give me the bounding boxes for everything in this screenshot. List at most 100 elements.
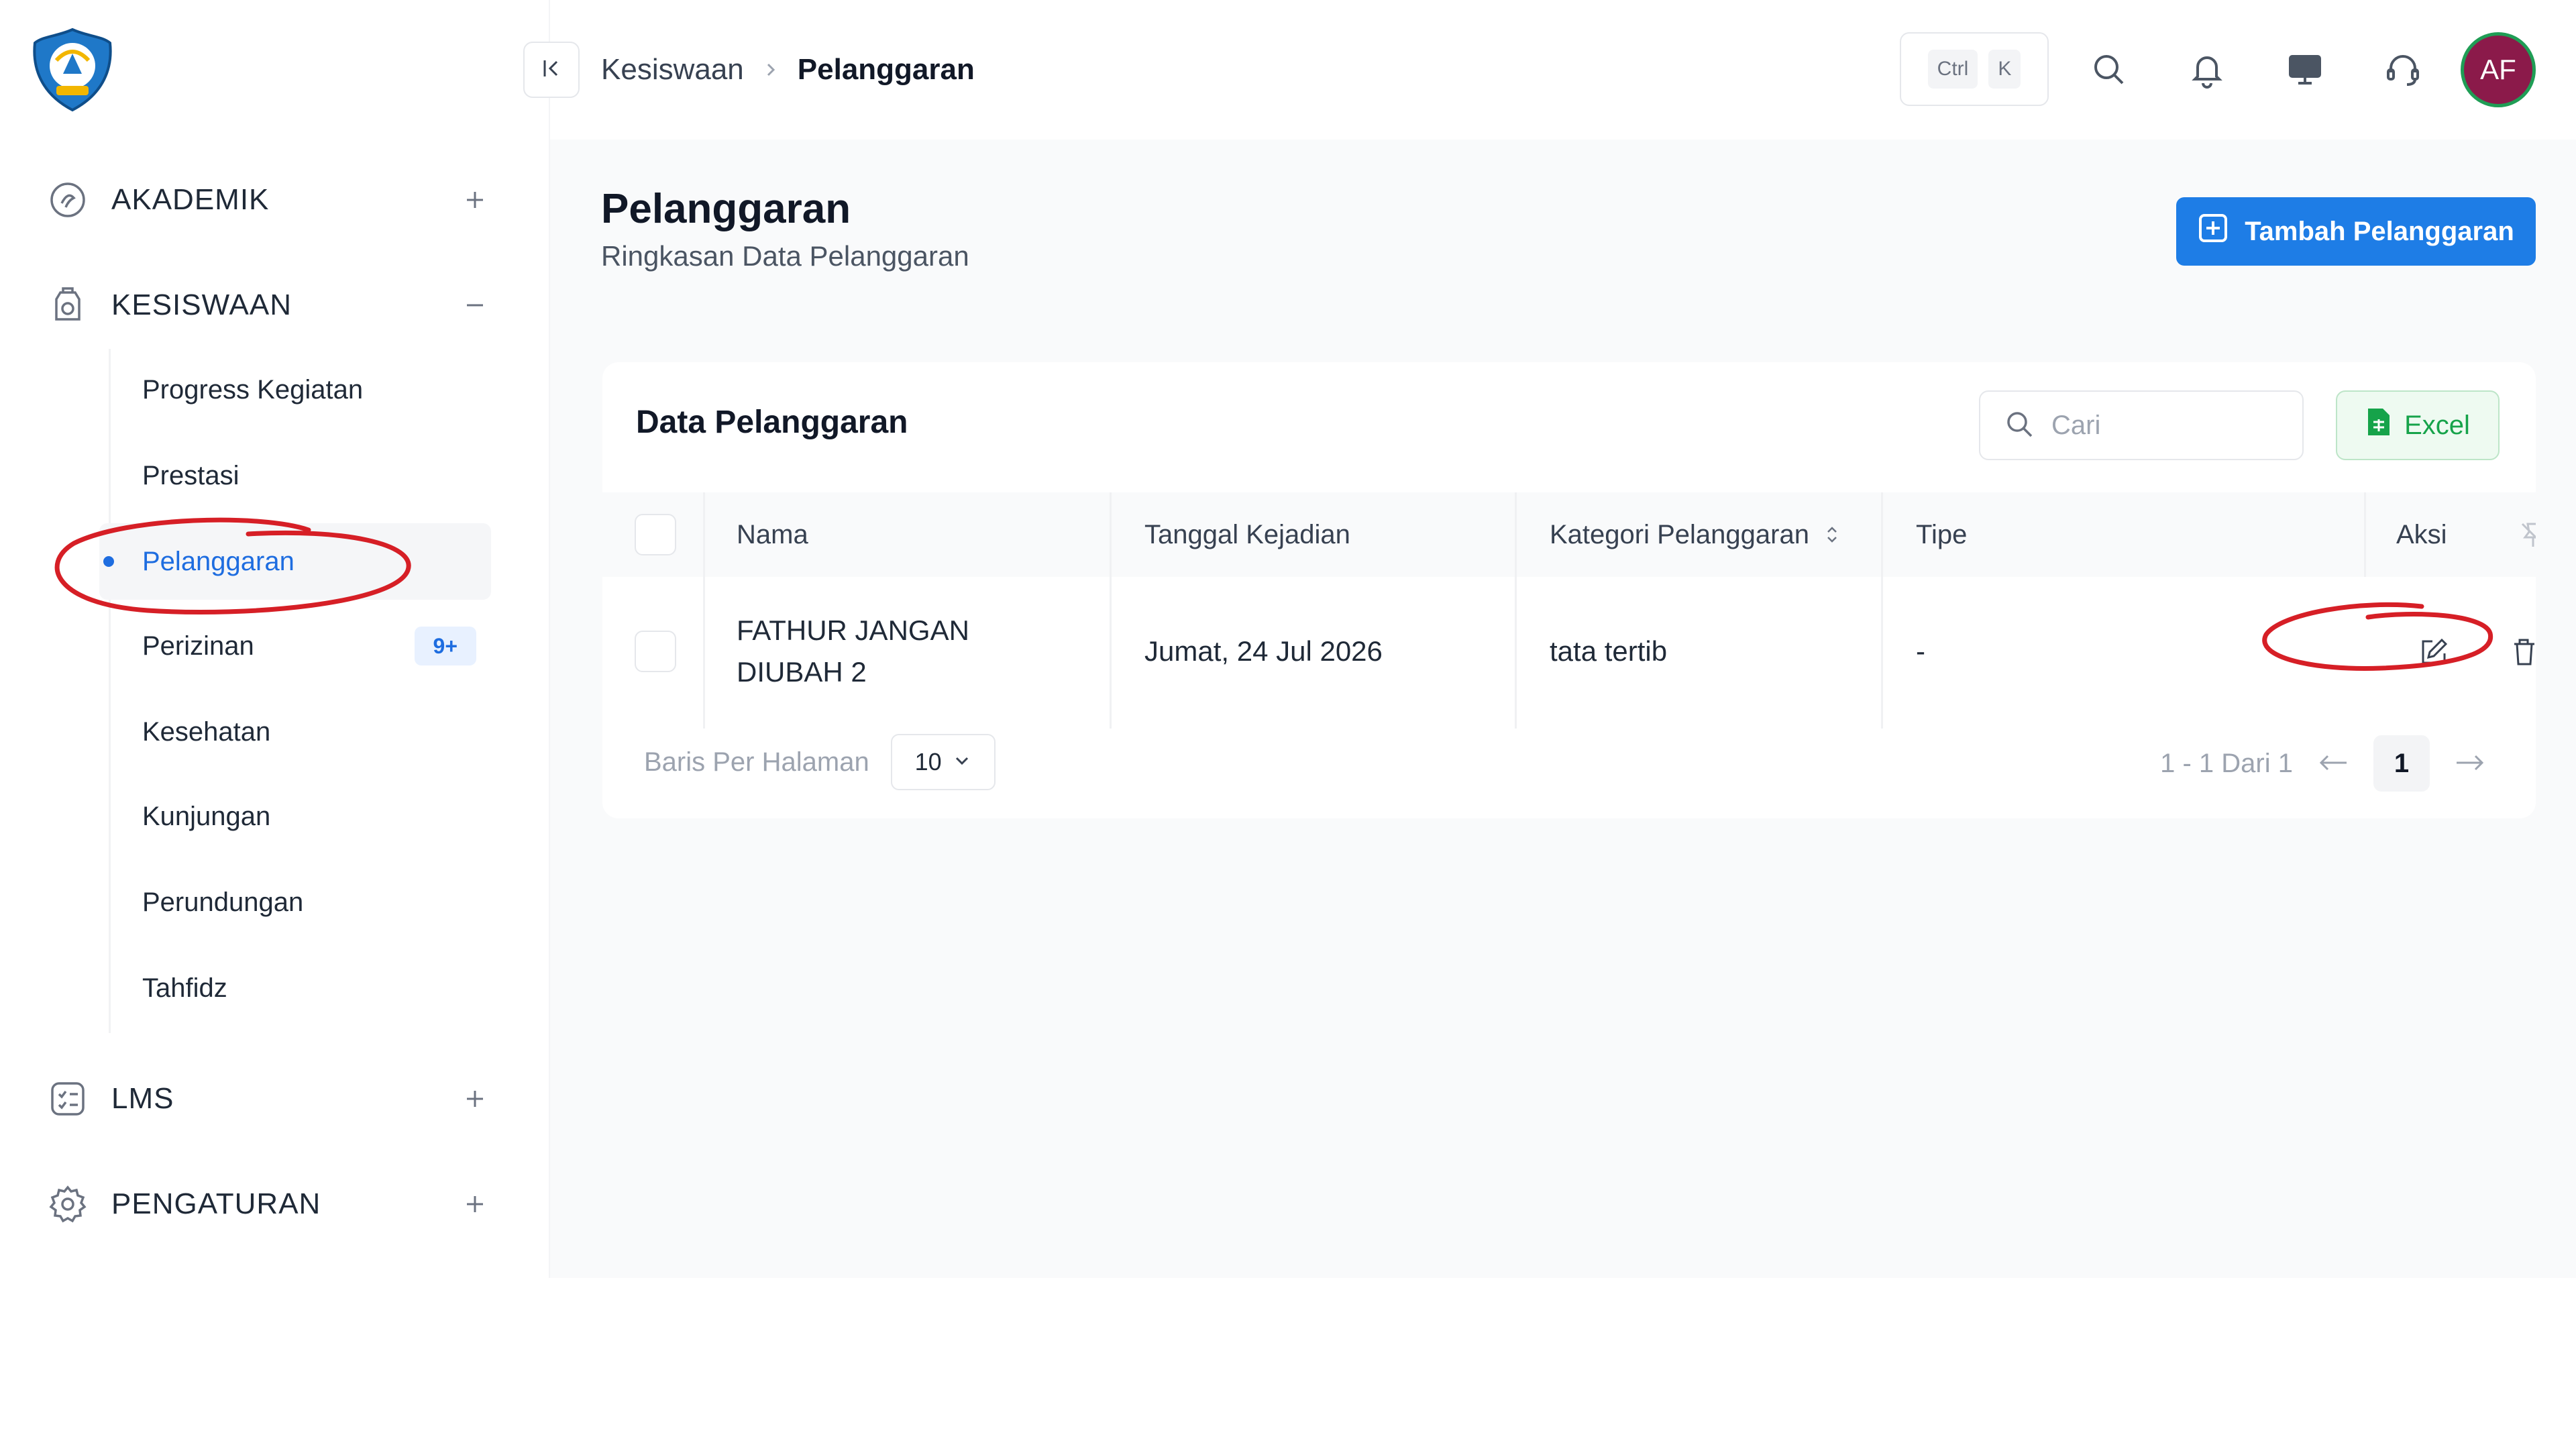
- sidebar-item-pelanggaran[interactable]: Pelanggaran: [99, 523, 491, 600]
- cell-tanggal: Jumat, 24 Jul 2026: [1144, 635, 1383, 667]
- sidebar-item-label: Pelanggaran: [142, 546, 294, 576]
- sidebar-item-perundungan[interactable]: Perundungan: [109, 864, 491, 941]
- sidebar-item-label: Perizinan: [142, 631, 254, 661]
- sidebar-group-lms[interactable]: LMS: [47, 1075, 490, 1122]
- sidebar: AKADEMIK KESISWAAN Progress Kegiatan Pre…: [0, 0, 550, 1278]
- data-card: Data Pelanggaran Excel Nama Tanggal Keja…: [602, 362, 2536, 818]
- cell-kategori: tata tertib: [1550, 635, 1668, 667]
- rows-per-page-control: Baris Per Halaman 10: [644, 734, 996, 790]
- kbd-ctrl: Ctrl: [1927, 50, 1978, 89]
- column-header-label: Kategori Pelanggaran: [1550, 519, 1809, 549]
- sidebar-item-label: Prestasi: [142, 460, 239, 490]
- kbd-k: K: [1988, 50, 2021, 89]
- chevron-down-icon: [953, 748, 971, 776]
- trash-icon[interactable]: [2512, 635, 2536, 669]
- top-bar: Kesiswaan Pelanggaran Ctrl K AF: [523, 0, 2576, 140]
- student-affairs-icon: [47, 284, 89, 326]
- select-all-checkbox[interactable]: [635, 514, 676, 555]
- select-all-checkbox-cell: [635, 492, 676, 577]
- unpin-icon[interactable]: [2518, 492, 2536, 577]
- breadcrumb-item-kesiswaan[interactable]: Kesiswaan: [601, 53, 744, 87]
- active-indicator-dot: [103, 556, 114, 567]
- column-divider: [1515, 492, 1517, 577]
- sort-icon[interactable]: [1824, 524, 1840, 545]
- breadcrumb-item-current: Pelanggaran: [797, 53, 975, 86]
- sidebar-group-label: KESISWAAN: [111, 288, 292, 321]
- edit-icon[interactable]: [2418, 635, 2450, 669]
- rows-per-page-select[interactable]: 10: [890, 734, 996, 790]
- column-header-kategori[interactable]: Kategori Pelanggaran: [1550, 492, 1840, 577]
- page-number-button[interactable]: 1: [2373, 735, 2430, 792]
- sidebar-item-label: Kunjungan: [142, 801, 271, 831]
- sidebar-group-label: AKADEMIK: [111, 183, 270, 216]
- gear-icon: [47, 1183, 89, 1225]
- page-title: Pelanggaran: [601, 186, 851, 232]
- pagination: 1 - 1 Dari 1 1: [2160, 735, 2486, 792]
- plus-square-icon: [2198, 213, 2229, 250]
- column-divider: [1881, 577, 1883, 729]
- export-excel-button[interactable]: Excel: [2336, 390, 2500, 460]
- spreadsheet-icon: [2365, 407, 2391, 443]
- bell-icon[interactable]: [2182, 44, 2233, 95]
- column-header-nama[interactable]: Nama: [737, 492, 808, 577]
- pagination-range: 1 - 1 Dari 1: [2160, 748, 2293, 778]
- column-header-tipe[interactable]: Tipe: [1916, 492, 1967, 577]
- academic-icon: [47, 179, 89, 221]
- arrow-right-icon[interactable]: [2454, 749, 2486, 779]
- add-button-label: Tambah Pelanggaran: [2245, 216, 2514, 246]
- arrow-left-icon[interactable]: [2317, 749, 2349, 779]
- cell-tipe: -: [1916, 635, 1925, 667]
- sidebar-item-tahfidz[interactable]: Tahfidz: [109, 950, 491, 1026]
- sidebar-item-progress-kegiatan[interactable]: Progress Kegiatan: [109, 352, 491, 428]
- minus-icon[interactable]: [460, 290, 490, 320]
- collapse-sidebar-button[interactable]: [523, 42, 580, 98]
- cell-nama-line1: FATHUR JANGAN: [737, 614, 969, 646]
- sidebar-group-akademik[interactable]: AKADEMIK: [47, 176, 490, 223]
- search-field[interactable]: [1979, 390, 2304, 460]
- plus-icon[interactable]: [460, 1189, 490, 1219]
- table-header: Nama Tanggal Kejadian Kategori Pelanggar…: [602, 492, 2536, 577]
- plus-icon[interactable]: [460, 185, 490, 215]
- column-header-aksi: Aksi: [2396, 519, 2447, 549]
- sidebar-item-prestasi[interactable]: Prestasi: [109, 437, 491, 514]
- command-palette-shortcut[interactable]: Ctrl K: [1900, 32, 2049, 106]
- collapse-icon: [539, 56, 564, 84]
- breadcrumb: Kesiswaan Pelanggaran: [601, 48, 975, 91]
- search-icon[interactable]: [2084, 44, 2135, 95]
- column-header-tanggal[interactable]: Tanggal Kejadian: [1144, 492, 1350, 577]
- notification-badge: 9+: [414, 627, 476, 665]
- monitor-icon[interactable]: [2279, 44, 2330, 95]
- column-divider: [703, 492, 705, 577]
- lms-icon: [47, 1078, 89, 1120]
- excel-button-label: Excel: [2404, 410, 2470, 440]
- card-title: Data Pelanggaran: [636, 405, 908, 440]
- row-checkbox-cell: [635, 601, 676, 702]
- sidebar-item-perizinan[interactable]: Perizinan 9+: [109, 608, 491, 684]
- row-checkbox[interactable]: [635, 631, 676, 672]
- plus-icon[interactable]: [460, 1084, 490, 1114]
- school-logo[interactable]: [30, 27, 115, 113]
- sidebar-group-pengaturan[interactable]: PENGATURAN: [47, 1181, 490, 1228]
- rows-per-page-label: Baris Per Halaman: [644, 747, 869, 777]
- sidebar-item-label: Tahfidz: [142, 973, 227, 1003]
- column-divider: [703, 577, 705, 729]
- cell-nama-line2: DIUBAH 2: [737, 656, 867, 688]
- sidebar-group-label: LMS: [111, 1082, 174, 1115]
- column-divider: [1110, 577, 1112, 729]
- column-divider: [1881, 492, 1883, 577]
- sidebar-group-kesiswaan[interactable]: KESISWAAN: [47, 282, 490, 329]
- main-content: Pelanggaran Ringkasan Data Pelanggaran T…: [550, 140, 2576, 1278]
- sidebar-item-label: Kesehatan: [142, 716, 271, 747]
- column-divider: [1515, 577, 1517, 729]
- column-divider: [1110, 492, 1112, 577]
- headset-icon[interactable]: [2377, 44, 2428, 95]
- sidebar-group-label: PENGATURAN: [111, 1187, 321, 1220]
- avatar[interactable]: AF: [2461, 32, 2536, 107]
- cell-nama: FATHUR JANGAN DIUBAH 2: [737, 601, 969, 702]
- sidebar-item-kunjungan[interactable]: Kunjungan: [109, 778, 491, 855]
- search-input[interactable]: [2051, 410, 2279, 441]
- sidebar-item-kesehatan[interactable]: Kesehatan: [109, 694, 491, 770]
- chevron-right-icon: [763, 62, 779, 78]
- sidebar-item-label: Perundungan: [142, 887, 304, 917]
- add-pelanggaran-button[interactable]: Tambah Pelanggaran: [2176, 197, 2536, 266]
